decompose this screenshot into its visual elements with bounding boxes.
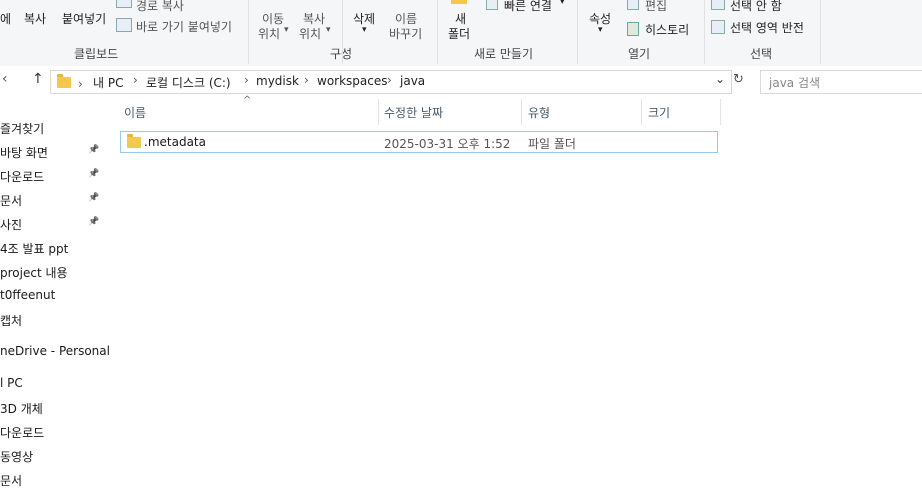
ribbon-separator [342, 0, 343, 64]
sidebar-item[interactable]: 3D 개체 [0, 400, 43, 417]
paste-button[interactable]: 붙여넣기 [62, 10, 106, 27]
refresh-icon[interactable]: ↻ [733, 72, 744, 87]
sidebar-item[interactable]: 다운로드 [0, 424, 44, 441]
file-type: 파일 폴더 [528, 137, 576, 151]
sidebar-item[interactable]: 4조 발표 ppt [0, 240, 68, 257]
file-name[interactable]: .metadata [144, 135, 206, 149]
column-header-modified[interactable]: 수정한 날짜 [384, 104, 443, 121]
select-none-icon [711, 0, 725, 10]
group-label-new: 새로 만들기 [474, 47, 534, 61]
address-bar-row: ‹ ↑ › 내 PC › 로컬 디스크 (C:) › mydisk › work… [0, 66, 922, 96]
breadcrumb-mydisk[interactable]: mydisk [256, 74, 299, 88]
pin-icon: 📌 [88, 169, 100, 179]
sort-ascending-icon: ^ [243, 95, 252, 106]
column-separator[interactable] [720, 99, 721, 125]
history-button[interactable]: 히스토리 [645, 21, 689, 38]
group-label-open: 열기 [628, 47, 651, 61]
chevron-right-icon[interactable]: › [387, 73, 392, 87]
sidebar-item[interactable]: l PC [0, 376, 23, 390]
copy-path-icon [116, 0, 132, 8]
sidebar-item[interactable]: 문서 [0, 472, 22, 489]
column-header-size[interactable]: 크기 [648, 104, 670, 121]
column-header-name[interactable]: 이름 [124, 104, 146, 121]
breadcrumb-java[interactable]: java [400, 74, 425, 88]
ribbon-separator [577, 0, 578, 64]
rename-label-2: 바꾸기 [389, 27, 423, 41]
search-input[interactable]: java 검색 [760, 70, 922, 94]
sidebar-item[interactable]: 다운로드 [0, 168, 44, 185]
up-arrow-icon[interactable]: ↑ [32, 71, 44, 87]
new-folder-icon [451, 0, 467, 4]
ribbon-separator [820, 0, 821, 64]
sidebar-item[interactable]: 캡처 [0, 312, 22, 329]
new-folder-label-2: 폴더 [448, 27, 471, 41]
select-none-button[interactable]: 선택 안 함 [730, 0, 782, 14]
chevron-right-icon[interactable]: › [304, 73, 309, 87]
search-placeholder: java 검색 [769, 76, 821, 90]
chevron-down-icon: ▾ [362, 25, 367, 35]
column-separator[interactable] [641, 99, 642, 125]
chevron-down-icon: ▾ [284, 25, 289, 35]
column-separator[interactable] [378, 99, 379, 125]
easy-access-button[interactable]: 빠른 연결 [504, 0, 552, 14]
cut-button-partial[interactable]: 에 [0, 10, 11, 27]
back-arrow-icon[interactable]: ‹ [2, 71, 8, 87]
move-to-label-2: 위치 [258, 27, 281, 41]
column-separator[interactable] [521, 99, 522, 125]
copy-path-button[interactable]: 경로 복사 [136, 0, 184, 14]
sidebar-item[interactable]: 사진 [0, 216, 22, 233]
chevron-down-icon: ▾ [326, 25, 331, 35]
paste-shortcut-icon [116, 18, 132, 32]
pin-icon: 📌 [88, 217, 100, 227]
edit-button[interactable]: 편집 [645, 0, 667, 14]
file-modified: 2025-03-31 오후 1:52 [384, 137, 511, 151]
table-row[interactable]: .metadata 2025-03-31 오후 1:52 파일 폴더 [120, 131, 718, 153]
breadcrumb-workspaces[interactable]: workspaces [317, 74, 388, 88]
chevron-right-icon[interactable]: › [244, 73, 249, 87]
paste-shortcut-button[interactable]: 바로 가기 붙여넣기 [136, 18, 232, 35]
invert-selection-button[interactable]: 선택 영역 반전 [730, 19, 804, 36]
breadcrumb-local-disk[interactable]: 로컬 디스크 (C:) [146, 74, 231, 91]
history-icon [627, 22, 639, 36]
ribbon-separator [248, 0, 249, 64]
breadcrumb-this-pc[interactable]: 내 PC [93, 74, 123, 91]
chevron-right-icon[interactable]: › [133, 73, 138, 87]
group-label-select: 선택 [750, 47, 773, 61]
chevron-down-icon[interactable]: ⌄ [715, 72, 725, 86]
chevron-right-icon[interactable]: › [78, 77, 83, 91]
sidebar-item[interactable]: 동영상 [0, 448, 33, 465]
ribbon-separator [704, 0, 705, 64]
chevron-down-icon: ▾ [560, 0, 565, 7]
pin-icon: 📌 [88, 193, 100, 203]
easy-access-icon [486, 0, 498, 10]
chevron-down-icon: ▾ [598, 25, 603, 35]
folder-icon [127, 134, 141, 148]
sidebar-item[interactable]: 즐겨찾기 [0, 120, 44, 137]
folder-icon [57, 74, 71, 88]
group-label-clipboard: 클립보드 [74, 47, 119, 61]
sidebar-item[interactable]: project 내용 [0, 264, 68, 281]
invert-selection-icon [711, 20, 725, 34]
pin-icon: 📌 [88, 145, 100, 155]
sidebar-item[interactable]: t0ffeenut [0, 288, 55, 302]
address-bar[interactable]: › 내 PC › 로컬 디스크 (C:) › mydisk › workspac… [50, 70, 732, 94]
column-header-type[interactable]: 유형 [528, 104, 550, 121]
copy-button[interactable]: 복사 [24, 10, 46, 27]
ribbon: 에 복사 붙여넣기 경로 복사 바로 가기 붙여넣기 클립보드 이동 위치 ▾ … [0, 0, 922, 67]
edit-icon [627, 0, 639, 10]
sidebar-item[interactable]: neDrive - Personal [0, 344, 110, 358]
ribbon-separator [437, 0, 438, 64]
sidebar-item[interactable]: 문서 [0, 192, 22, 209]
copy-to-label-2: 위치 [299, 27, 322, 41]
sidebar-item[interactable]: 바탕 화면 [0, 144, 48, 161]
